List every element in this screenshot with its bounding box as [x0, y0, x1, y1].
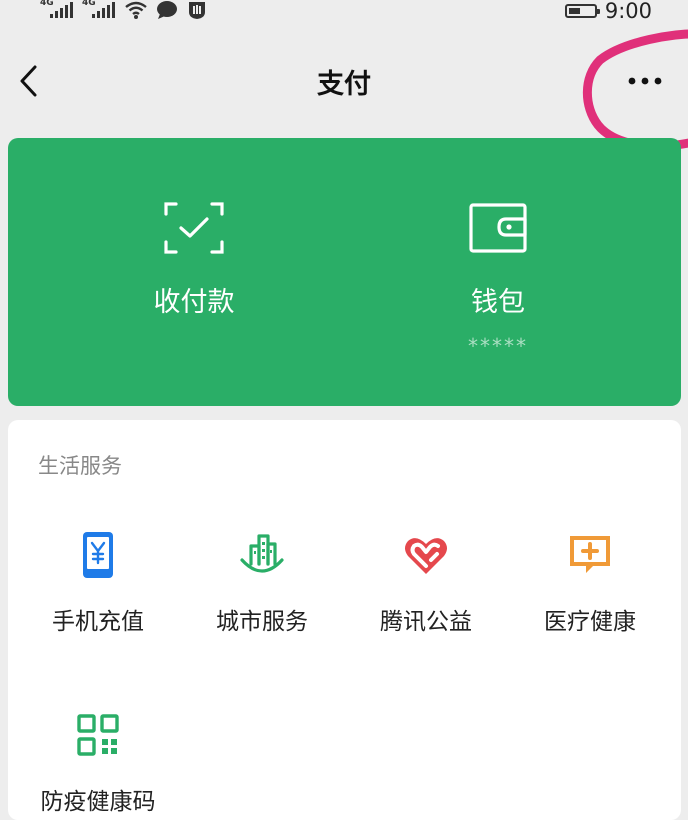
- qr-code-icon: [77, 714, 119, 756]
- payment-card: 收付款 钱包 *****: [8, 138, 681, 406]
- battery-icon: [564, 4, 600, 18]
- receive-pay-label: 收付款: [153, 287, 235, 318]
- wallet-icon: [469, 203, 527, 253]
- service-label: 腾讯公益: [380, 609, 472, 635]
- life-services-card: 生活服务 手机充值 城市服务 腾讯公益 医疗健康 防疫健康码: [8, 420, 681, 820]
- signal-icon-1: 4G: [40, 0, 74, 20]
- service-health-code[interactable]: 防疫健康码: [14, 710, 182, 820]
- city-buildings-icon: [240, 534, 284, 573]
- more-options-icon[interactable]: [620, 66, 670, 96]
- phone-recharge-icon: [83, 532, 113, 578]
- service-medical-health[interactable]: 医疗健康: [506, 530, 674, 640]
- status-icons-right: 9:00: [564, 0, 652, 23]
- signal-icon-2: 4G: [82, 0, 116, 20]
- service-label: 城市服务: [216, 609, 308, 635]
- medical-cross-icon: [570, 536, 610, 573]
- service-label: 防疫健康码: [40, 789, 156, 815]
- heart-charity-icon: [405, 538, 447, 574]
- service-tencent-charity[interactable]: 腾讯公益: [342, 530, 510, 640]
- service-label: 手机充值: [52, 609, 144, 635]
- wallet-balance-hidden: *****: [468, 334, 528, 358]
- wallet-button[interactable]: 钱包 *****: [330, 138, 666, 406]
- section-title: 生活服务: [38, 454, 122, 478]
- service-city[interactable]: 城市服务: [178, 530, 346, 640]
- status-bar: 4G 4G 9:00: [0, 0, 688, 26]
- chat-bubble-icon: [157, 1, 177, 19]
- scan-check-icon: [164, 202, 224, 254]
- wallet-label: 钱包: [471, 287, 525, 318]
- hand-shield-icon: [189, 2, 205, 19]
- service-label: 医疗健康: [544, 609, 636, 635]
- status-time: 9:00: [604, 0, 652, 23]
- service-mobile-recharge[interactable]: 手机充值: [14, 530, 182, 640]
- wifi-icon: [125, 1, 147, 19]
- status-icons-left: 4G 4G: [40, 0, 208, 22]
- receive-pay-button[interactable]: 收付款: [26, 138, 362, 406]
- battery-level-fill: [568, 8, 580, 14]
- navigation-bar: 支付: [0, 40, 688, 124]
- page-title: 支付: [317, 69, 371, 100]
